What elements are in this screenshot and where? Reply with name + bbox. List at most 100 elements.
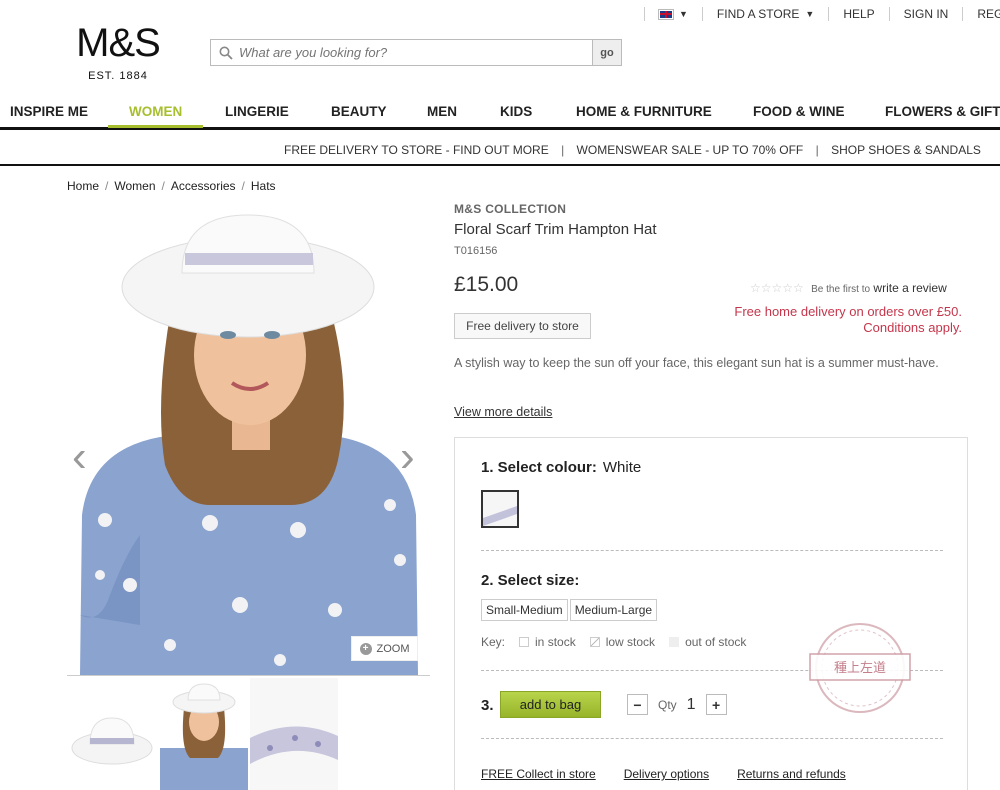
qty-value[interactable]: 1 [687,696,696,714]
separator [962,7,964,21]
active-nav-underline [108,125,203,128]
nav-men[interactable]: MEN [427,104,457,119]
stamp-text: 種上左道 [834,660,886,676]
returns-refunds-link[interactable]: Returns and refunds [737,767,846,781]
swatch-image [483,492,517,526]
nav-flowers-gifts[interactable]: FLOWERS & GIFTS [885,104,1000,119]
sign-in-link[interactable]: SIGN IN [904,7,949,21]
promo-separator: | [561,143,565,157]
product-title: Floral Scarf Trim Hampton Hat [454,221,657,238]
review-prompt: Be the first to [811,284,871,295]
search-box [210,39,593,66]
search-bar: go [210,39,622,66]
collect-in-store-link[interactable]: FREE Collect in store [481,767,596,781]
delivery-note: Free home delivery on orders over £50. C… [734,304,962,336]
size-options: Small-Medium Medium-Large [481,599,658,621]
separator [644,7,645,21]
select-colour-heading: 1. Select colour: White [481,459,641,476]
breadcrumb: Home / Women / Accessories / Hats [67,179,276,193]
service-links: FREE Collect in store Delivery options R… [481,767,846,781]
purchase-panel: 1. Select colour: White 2. Select size: S… [454,437,968,790]
colour-swatch-white[interactable] [481,490,519,528]
promo-free-delivery[interactable]: FREE DELIVERY TO STORE - FIND OUT MORE [284,143,549,157]
nav-lingerie[interactable]: LINGERIE [225,104,289,119]
zoom-button[interactable]: + ZOOM [351,636,418,661]
hat-thumbnail-image [71,717,153,765]
thumbnail-divider [67,675,430,676]
empty-stars-icon: ☆☆☆☆☆ [750,281,804,295]
scarf-detail-thumbnail-image [250,678,338,790]
thumbnail-model[interactable] [160,678,248,790]
write-review-link[interactable]: write a review [873,281,946,295]
free-delivery-store-button[interactable]: Free delivery to store [454,313,591,339]
search-go-button[interactable]: go [593,39,622,66]
nav-women[interactable]: WOMEN [129,104,182,119]
stamp-graphic: 種上左道 [809,623,911,713]
qty-increase-button[interactable]: + [705,694,727,715]
divider [481,738,943,739]
key-in-stock: in stock [535,635,576,649]
register-link[interactable]: REGISTER [977,7,1000,21]
stock-key: Key: in stock low stock out of stock [481,635,746,649]
help-link[interactable]: HELP [843,7,874,21]
thumbnail-hat[interactable] [68,678,156,790]
nav-home-furniture[interactable]: HOME & FURNITURE [576,104,712,119]
product-main-image[interactable] [70,205,430,675]
search-input[interactable] [239,45,592,60]
country-selector[interactable]: ▼ [658,8,688,20]
watermark-stamp: 種上左道 [808,620,912,716]
product-description: A stylish way to keep the sun off your f… [454,356,939,370]
key-low-stock: low stock [605,635,656,649]
breadcrumb-hats[interactable]: Hats [251,179,276,193]
zoom-plus-icon: + [359,642,372,655]
qty-decrease-button[interactable]: − [627,694,648,715]
size-small-medium[interactable]: Small-Medium [481,599,568,621]
thumbnail-detail[interactable] [250,678,338,790]
search-icon [219,46,233,60]
nav-beauty[interactable]: BEAUTY [331,104,387,119]
review-stars: ☆☆☆☆☆ Be the first to write a review [750,281,947,295]
logo-est: EST. 1884 [88,70,148,82]
select-size-heading: 2. Select size: [481,572,580,589]
promo-separator: | [815,143,819,157]
separator [701,7,703,21]
find-store-link[interactable]: FIND A STORE ▼ [717,7,814,21]
selected-colour: White [602,459,642,476]
step-3-label: 3. [481,697,494,714]
nav-kids[interactable]: KIDS [500,104,532,119]
size-medium-large[interactable]: Medium-Large [569,599,658,621]
breadcrumb-accessories[interactable]: Accessories [171,179,236,193]
separator [828,7,830,21]
model-with-hat-illustration [80,214,418,675]
breadcrumb-home[interactable]: Home [67,179,99,193]
nav-food-wine[interactable]: FOOD & WINE [753,104,845,119]
promo-sale[interactable]: WOMENSWEAR SALE - UP TO 70% OFF [577,143,804,157]
view-more-details-link[interactable]: View more details [454,405,552,419]
previous-image-arrow[interactable]: ‹ [72,432,87,482]
quantity-stepper: − Qty 1 + [627,694,727,715]
breadcrumb-slash: / [161,179,165,193]
breadcrumb-women[interactable]: Women [114,179,155,193]
ms-logo[interactable]: M&S EST. 1884 [66,22,170,82]
model-thumbnail-image [160,683,248,790]
qty-label: Qty [658,697,677,712]
product-code: T016156 [454,245,498,257]
product-brand: M&S COLLECTION [454,202,567,216]
promo-shoes[interactable]: SHOP SHOES & SANDALS [831,143,981,157]
nav-inspire-me[interactable]: INSPIRE ME [10,104,88,119]
uk-flag-icon [658,8,674,20]
key-label: Key: [481,635,506,649]
low-stock-icon [589,637,600,647]
main-nav: INSPIRE ME WOMEN LINGERIE BEAUTY MEN KID… [0,100,1000,130]
promo-bar: FREE DELIVERY TO STORE - FIND OUT MORE |… [0,133,1000,166]
delivery-conditions-link[interactable]: Conditions apply. [734,320,962,336]
out-of-stock-icon [669,637,680,647]
breadcrumb-slash: / [241,179,245,193]
product-price: £15.00 [454,273,519,296]
logo-mark: M&S [76,21,161,65]
delivery-options-link[interactable]: Delivery options [624,767,709,781]
select-colour-label: 1. Select colour: [481,459,597,476]
breadcrumb-slash: / [105,179,109,193]
add-to-bag-button[interactable]: add to bag [500,691,601,718]
next-image-arrow[interactable]: › [400,432,415,482]
